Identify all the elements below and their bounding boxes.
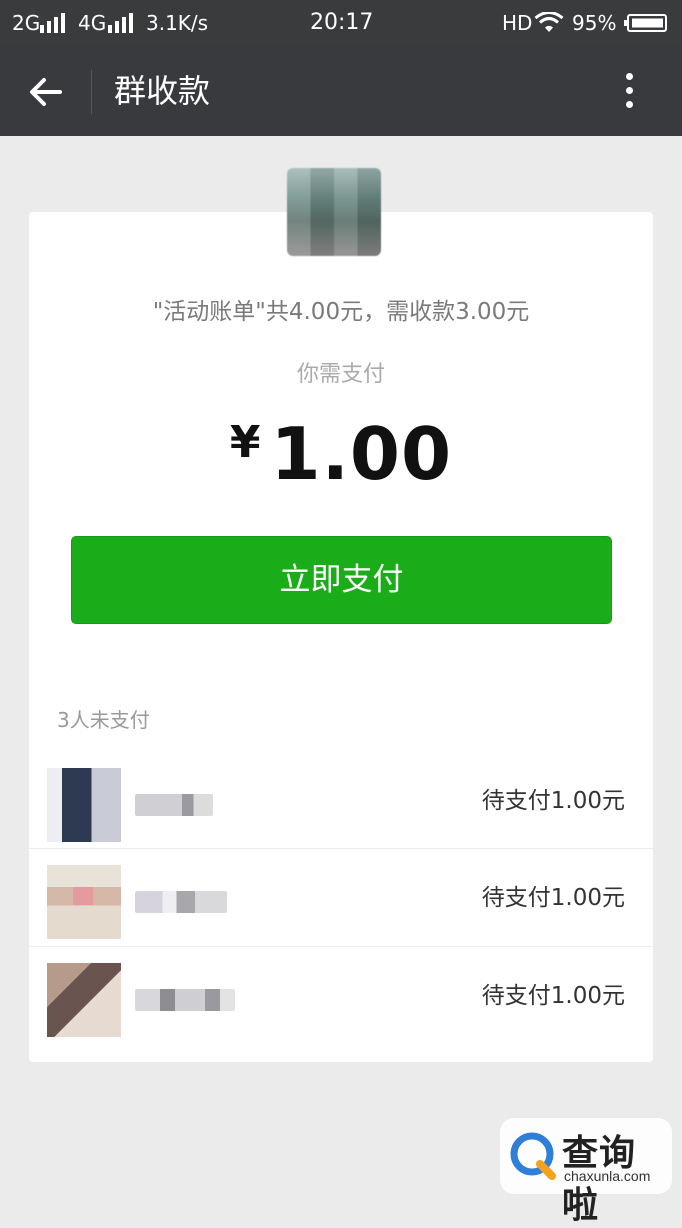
clock-time: 20:17	[310, 10, 374, 35]
avatar	[47, 963, 121, 1037]
amount-due: ¥1.00	[29, 412, 653, 496]
watermark-logo: 查询啦 chaxunla.com	[500, 1118, 672, 1226]
wifi-icon	[534, 12, 564, 32]
status-bar: 2G 4G 3.1K/s 20:17 HD 95%	[0, 0, 682, 46]
signal-strength-icon	[108, 13, 136, 33]
member-name-blurred	[135, 989, 235, 1011]
search-q-icon	[510, 1132, 556, 1180]
network-4g-label: 4G	[78, 11, 107, 35]
list-item[interactable]: 待支付1.00元	[29, 946, 653, 1045]
pay-hint: 你需支付	[296, 362, 385, 387]
bill-description: "活动账单"共4.00元，需收款3.00元	[152, 299, 530, 325]
pay-now-button[interactable]: 立即支付	[71, 536, 612, 624]
more-vertical-icon[interactable]	[612, 68, 646, 114]
nav-divider	[91, 70, 92, 114]
creator-avatar	[287, 168, 381, 256]
list-item[interactable]: 待支付1.00元	[29, 752, 653, 850]
payment-status: 待支付1.00元	[481, 983, 625, 1009]
member-name-blurred	[135, 891, 227, 913]
currency-symbol: ¥	[229, 417, 261, 468]
network-speed: 3.1K/s	[146, 11, 209, 35]
signal-strength-icon	[40, 13, 68, 33]
payment-status: 待支付1.00元	[481, 788, 625, 814]
page-title: 群收款	[114, 72, 211, 110]
avatar	[47, 865, 121, 939]
amount-value: 1.00	[270, 412, 453, 496]
battery-percentage: 95%	[572, 11, 617, 35]
avatar	[47, 768, 121, 842]
bill-card: "活动账单"共4.00元，需收款3.00元 你需支付 ¥1.00 立即支付 3人…	[29, 212, 653, 1062]
hd-label: HD	[502, 11, 533, 35]
member-name-blurred	[135, 794, 213, 816]
network-2g-label: 2G	[12, 11, 41, 35]
navigation-bar: 群收款	[0, 46, 682, 136]
watermark-url: chaxunla.com	[564, 1168, 651, 1184]
back-arrow-icon[interactable]	[26, 72, 66, 112]
payment-status: 待支付1.00元	[481, 885, 625, 911]
list-item[interactable]: 待支付1.00元	[29, 848, 653, 947]
unpaid-count: 3人未支付	[57, 708, 150, 732]
battery-icon	[624, 14, 667, 32]
